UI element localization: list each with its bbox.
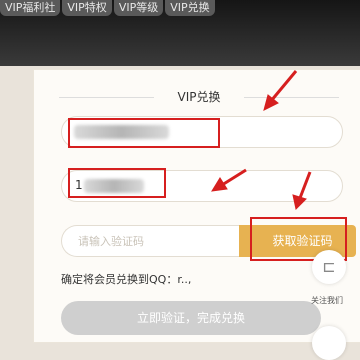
arrow-to-code-line	[298, 171, 312, 199]
annotation-arrows	[211, 70, 312, 211]
arrow-to-code-head	[292, 194, 307, 211]
floating-action-button[interactable]	[312, 326, 346, 360]
follow-us-label: 关注我们	[311, 296, 343, 305]
arrow-to-account-line	[269, 70, 298, 102]
arrow-to-qq-line	[221, 168, 247, 187]
qr-follow-icon[interactable]: ⊏	[312, 250, 346, 284]
